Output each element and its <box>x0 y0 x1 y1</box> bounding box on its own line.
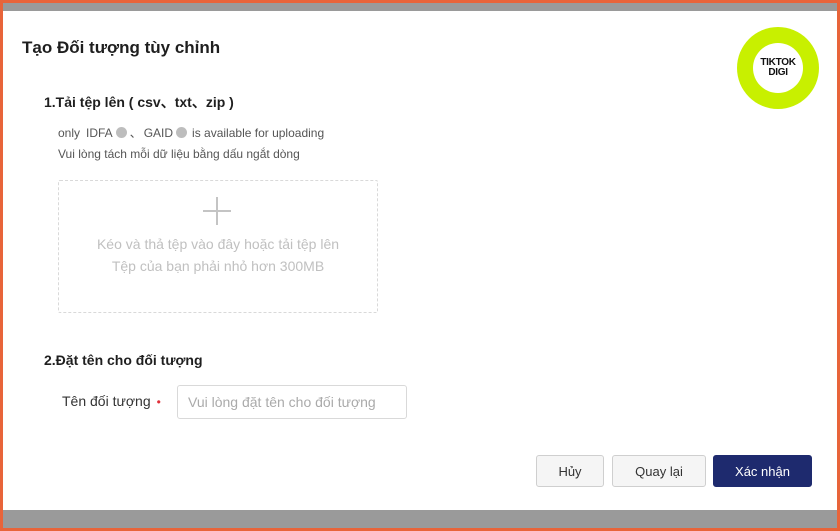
gaid-info-icon[interactable] <box>176 127 188 138</box>
hint-separator: 、 <box>129 126 142 140</box>
dialog-title: Tạo Đối tượng tùy chỉnh <box>22 38 221 57</box>
dropzone-text-block: Kéo và thả tệp vào đây hoặc tải tệp lên … <box>79 233 357 277</box>
audience-name-input[interactable] <box>177 385 407 419</box>
audience-name-label: Tên đối tượng • <box>62 393 161 409</box>
required-mark: • <box>156 395 161 409</box>
confirm-button[interactable]: Xác nhận <box>713 455 812 487</box>
hint-suffix: is available for uploading <box>192 125 325 140</box>
dropzone-size-limit: Tệp của bạn phải nhỏ hơn 300MB <box>111 258 325 274</box>
upload-section-heading: 1.Tải tệp lên ( csv、txt、zip ) <box>44 94 234 110</box>
hint-gaid: GAID <box>143 125 174 140</box>
top-overlay-bar <box>3 3 837 11</box>
idfa-info-icon[interactable] <box>115 127 127 138</box>
tiktok-digi-logo: TIKTOK DIGI <box>737 27 819 109</box>
upload-separator-hint: Vui lòng tách mỗi dữ liệu bằng dấu ngắt … <box>58 147 300 161</box>
file-dropzone[interactable]: Kéo và thả tệp vào đây hoặc tải tệp lên … <box>58 180 378 313</box>
upload-format-hint: only IDFA 、 GAID is available for upload… <box>58 124 324 141</box>
plus-icon <box>203 197 231 225</box>
audience-name-label-text: Tên đối tượng <box>62 393 151 409</box>
bottom-overlay-bar <box>3 510 837 528</box>
hint-prefix: only <box>58 125 81 140</box>
name-section-heading: 2.Đặt tên cho đối tượng <box>44 352 203 368</box>
logo-line2: DIGI <box>768 67 788 78</box>
cancel-button[interactable]: Hủy <box>536 455 604 487</box>
back-button[interactable]: Quay lại <box>612 455 706 487</box>
hint-idfa: IDFA <box>86 125 113 140</box>
logo-badge: TIKTOK DIGI <box>753 43 803 93</box>
dropzone-instruction: Kéo và thả tệp vào đây hoặc tải tệp lên <box>96 236 340 252</box>
